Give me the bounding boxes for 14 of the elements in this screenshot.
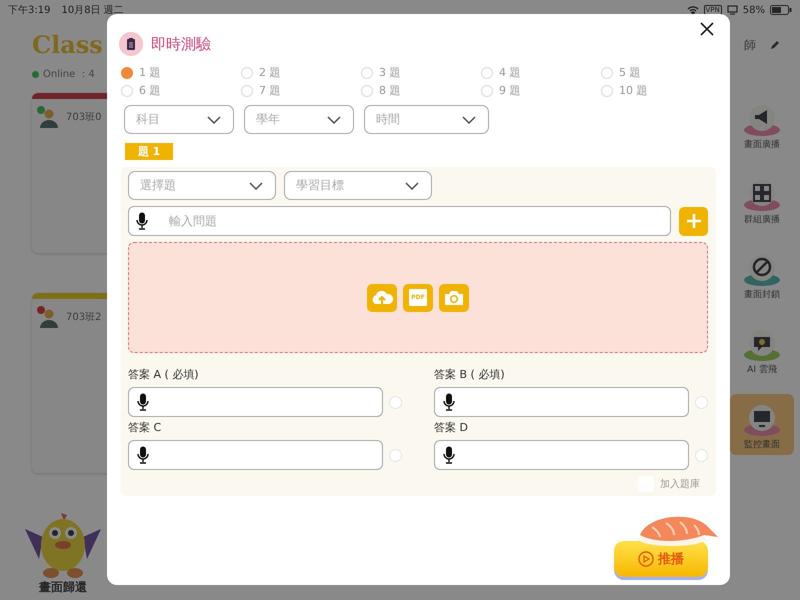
battery-percent: 58% [742,4,765,16]
answer-label: 答案 D [434,420,469,435]
student-name: 703班2 [66,310,102,324]
add-to-bank-label: 加入題庫 [660,478,700,491]
app-logo: Class [32,30,104,59]
teacher-name: 師 [744,36,756,54]
student-name: 703班0 [66,110,102,124]
status-date: 10月8日 週二 [61,4,124,17]
answer-label: 答案 C [128,420,162,435]
dialog-title: 即時測驗 [151,34,211,54]
online-count: Online ：4 [43,68,95,81]
answer-label: 答案 B ( 必填) [434,367,506,382]
answer-label: 答案 A ( 必填) [128,367,200,382]
status-time: 下午3:19 [8,4,50,17]
